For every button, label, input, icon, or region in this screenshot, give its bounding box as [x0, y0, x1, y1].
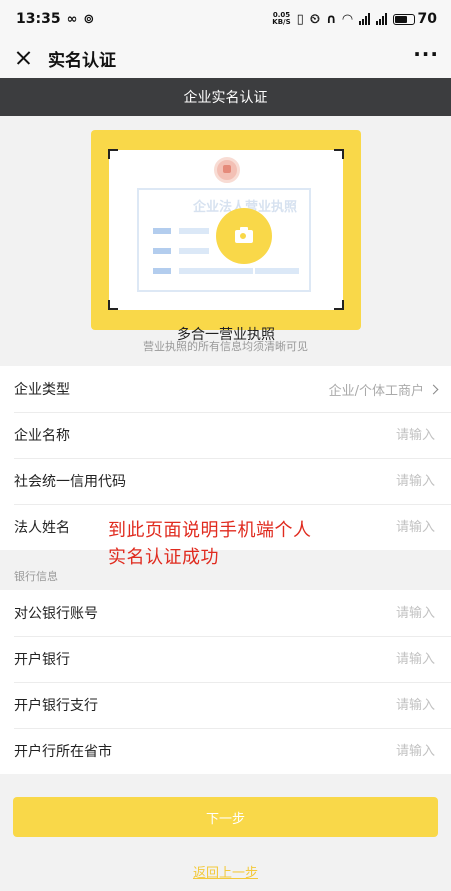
page-title: 实名认证 — [48, 50, 116, 71]
license-preview: 企业法人营业执照 — [109, 150, 343, 310]
frame-corner — [334, 300, 344, 310]
company-type-row[interactable]: 企业类型 企业/个体工商户 — [0, 366, 451, 412]
row-label: 企业名称 — [14, 428, 70, 444]
row-label: 对公银行账号 — [14, 606, 98, 622]
headphones-icon: ∩ — [325, 11, 337, 27]
signal-icon-2 — [375, 13, 387, 25]
bank-branch-row[interactable]: 开户银行支行 — [0, 682, 451, 728]
annotation-line-2: 实名认证成功 — [108, 547, 219, 568]
alarm-icon: ⏲ — [309, 11, 320, 27]
bank-name-input[interactable] — [237, 650, 437, 668]
status-bar: 13:35 ∞ ⊚ 0.05 KB/S ▯ ⏲ ∩ ◠ 70 — [0, 0, 451, 38]
row-label: 开户银行 — [14, 652, 70, 668]
row-label: 企业类型 — [14, 382, 70, 398]
license-line — [179, 248, 209, 254]
bank-branch-input[interactable] — [237, 696, 437, 714]
camera-icon[interactable] — [216, 208, 272, 264]
bank-region-input[interactable] — [237, 742, 437, 760]
status-right: 0.05 KB/S ▯ ⏲ ∩ ◠ 70 — [272, 11, 437, 27]
section-header: 企业实名认证 — [0, 78, 451, 116]
frame-corner — [334, 149, 344, 159]
bank-region-row[interactable]: 开户行所在省市 — [0, 728, 451, 774]
license-line — [179, 228, 209, 234]
company-name-input[interactable] — [237, 426, 437, 444]
license-line — [179, 268, 253, 274]
close-icon[interactable] — [12, 46, 36, 70]
wifi-icon: ◠ — [342, 11, 353, 27]
row-label: 开户银行支行 — [14, 698, 98, 714]
next-step-button[interactable]: 下一步 — [13, 797, 438, 837]
bank-name-row[interactable]: 开户银行 — [0, 636, 451, 682]
annotation-line-1: 到此页面说明手机端个人 — [108, 520, 312, 541]
vibrate-icon: ▯ — [296, 11, 304, 27]
net-speed: 0.05 KB/S — [272, 12, 290, 26]
chevron-right-icon — [428, 384, 439, 394]
national-emblem-icon — [214, 157, 240, 183]
bank-account-row[interactable]: 对公银行账号 — [0, 590, 451, 636]
company-type-value: 企业/个体工商户 — [328, 383, 424, 399]
signal-icon — [358, 13, 370, 25]
net-speed-unit: KB/S — [272, 18, 291, 26]
app-notification-icon: ⊚ — [83, 11, 95, 27]
credit-code-row[interactable]: 社会统一信用代码 — [0, 458, 451, 504]
status-left: 13:35 ∞ ⊚ — [16, 11, 94, 27]
bank-section-label: 银行信息 — [14, 570, 58, 583]
license-line — [153, 248, 171, 254]
company-name-row[interactable]: 企业名称 — [0, 412, 451, 458]
frame-corner — [108, 149, 118, 159]
more-menu-button[interactable]: ··· — [413, 44, 439, 67]
row-label: 社会统一信用代码 — [14, 474, 126, 490]
battery-level: 70 — [417, 11, 437, 27]
license-line — [153, 228, 171, 234]
annotation-note: 到此页面说明手机端个人 实名认证成功 — [108, 517, 312, 571]
upload-hint: 营业执照的所有信息均须清晰可见 — [143, 340, 308, 353]
status-time: 13:35 — [16, 11, 61, 27]
infinity-icon: ∞ — [66, 11, 78, 27]
bank-account-input[interactable] — [237, 604, 437, 622]
section-header-title: 企业实名认证 — [183, 90, 268, 106]
company-type-select[interactable]: 企业/个体工商户 — [328, 380, 439, 399]
license-line — [153, 268, 171, 274]
back-link[interactable]: 返回上一步 — [0, 862, 451, 881]
frame-corner — [108, 300, 118, 310]
title-bar: 实名认证 ··· — [0, 38, 451, 78]
credit-code-input[interactable] — [237, 472, 437, 490]
license-upload-area: 企业法人营业执照 多合一营业执照 营业执照的所有信息均须清晰可见 — [0, 116, 451, 366]
row-label: 法人姓名 — [14, 520, 70, 536]
row-label: 开户行所在省市 — [14, 744, 112, 760]
license-upload-card[interactable]: 企业法人营业执照 多合一营业执照 — [91, 130, 361, 343]
battery-icon: 70 — [392, 11, 437, 27]
license-line — [255, 268, 299, 274]
bank-info-form: 对公银行账号 开户银行 开户银行支行 开户行所在省市 — [0, 590, 451, 774]
